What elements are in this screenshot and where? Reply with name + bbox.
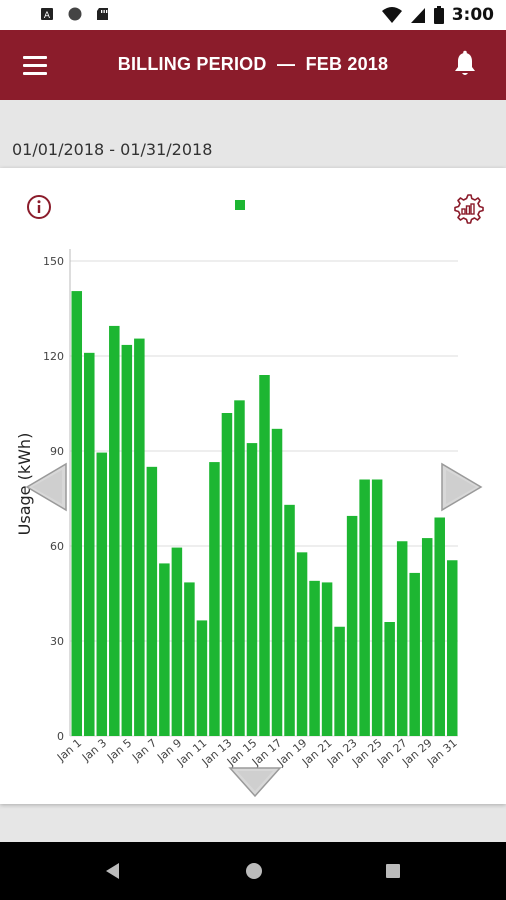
status-icons-left: A [40,7,110,21]
arrow-left-icon[interactable] [24,462,70,512]
x-tick-label: Jan 5 [104,736,134,764]
bar-jan-6[interactable] [134,338,145,736]
bar-jan-31[interactable] [446,560,458,736]
bar-jan-2[interactable] [84,352,95,736]
page-title: BILLING PERIOD — FEB 2018 [117,54,389,74]
usage-chart-card: 0 30 60 90 120 150 Jan 1 Jan 3 Jan 5 Jan 7 Jan 9J… [0,168,506,804]
bar-jan-20[interactable] [309,580,320,736]
bar-jan-5[interactable] [121,344,133,736]
arrow-right-icon[interactable] [438,462,484,512]
y-tick-label: 30 [50,635,64,648]
arrow-down-icon[interactable] [228,765,282,799]
bar-jan-3[interactable] [96,452,108,736]
bar-jan-23[interactable] [346,515,358,736]
bar-jan-12[interactable] [209,462,220,736]
bar-jan-24[interactable] [359,479,370,737]
sd-card-icon [97,8,108,20]
bar-jan-19[interactable] [296,552,308,736]
circle-icon [68,7,82,21]
y-tick-label: 150 [43,255,64,268]
wifi-icon [381,7,402,23]
lower-gray-strip [0,816,506,842]
bar-jan-22[interactable] [334,626,345,736]
signal-icon [410,8,425,23]
usage-bar-chart: 0306090120150 Jan 1Jan 3Jan 5Jan 7Jan 9J… [15,249,460,769]
bar-jan-1[interactable] [71,291,83,736]
sim-alert-icon: A [41,8,53,21]
svg-text:A: A [44,11,51,21]
bar-jan-26[interactable] [384,622,395,736]
y-tick-label: 90 [50,445,64,458]
x-tick-label: Jan 7 [129,736,159,764]
chart-bars [71,291,458,737]
bar-jan-18[interactable] [284,504,295,736]
bar-jan-30[interactable] [434,517,445,737]
bar-jan-9[interactable] [171,547,183,736]
bar-jan-10[interactable] [184,582,195,736]
x-tick-label: Jan 3 [79,736,109,764]
recent-apps-icon[interactable] [382,860,404,882]
android-nav-bar [0,842,506,900]
bar-jan-27[interactable] [396,541,408,736]
status-time: 3:00 [451,5,494,25]
y-tick-label: 60 [50,540,64,553]
y-tick-label: 120 [43,350,64,363]
back-icon[interactable] [102,860,124,882]
bar-jan-4[interactable] [109,325,120,736]
bar-jan-13[interactable] [221,413,233,736]
bar-jan-29[interactable] [421,538,433,736]
status-bar: A 3:00 [0,0,506,30]
bar-jan-28[interactable] [409,572,420,736]
status-icons-right: 3:00 [381,5,494,25]
bar-jan-14[interactable] [234,400,245,736]
bar-jan-16[interactable] [259,375,270,736]
battery-icon [433,6,444,24]
app-bar: BILLING PERIOD — FEB 2018 [0,30,506,100]
bar-jan-17[interactable] [271,428,283,736]
billing-date-range: 01/01/2018 - 01/31/2018 [12,140,213,159]
bell-icon[interactable] [452,50,478,78]
home-icon[interactable] [243,860,265,882]
bar-jan-15[interactable] [246,443,258,736]
bar-jan-21[interactable] [321,582,333,736]
y-tick-label: 0 [57,730,64,743]
bar-jan-7[interactable] [146,466,158,736]
bar-jan-8[interactable] [159,563,170,736]
bar-jan-11[interactable] [196,620,208,736]
bar-jan-25[interactable] [371,479,383,737]
